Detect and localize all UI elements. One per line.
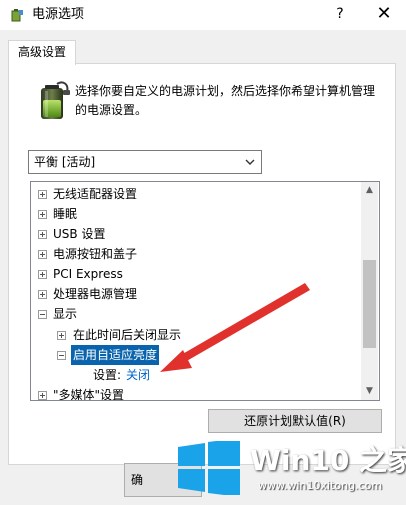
plan-description: 选择你要自定义的电源计划，然后选择你希望计算机管理的电源设置。	[75, 84, 376, 117]
tree-item-pci-express[interactable]: PCI Express	[31, 264, 361, 284]
tree-item-label: USB 设置	[53, 227, 106, 241]
tree-item-label: 在此时间后关闭显示	[73, 328, 182, 342]
expand-icon[interactable]	[38, 290, 47, 299]
setting-label: 设置:	[93, 368, 122, 382]
scrollbar-thumb[interactable]	[363, 260, 376, 348]
tree-item-label: 显示	[53, 307, 78, 321]
expand-icon[interactable]	[38, 270, 47, 279]
windows-logo-icon	[178, 441, 240, 495]
expand-icon[interactable]	[38, 190, 47, 199]
expand-icon[interactable]	[57, 331, 66, 340]
tree-item-label: 电源按钮和盖子	[53, 247, 138, 261]
watermark-url: www.win10xitong.com	[258, 479, 383, 492]
tree-item-label: PCI Express	[53, 267, 123, 281]
expand-icon[interactable]	[38, 230, 47, 239]
scroll-up-icon[interactable]: ▲	[361, 182, 378, 199]
help-button[interactable]: ?	[330, 4, 350, 24]
watermark-brand: Win10 之家	[250, 444, 406, 477]
window-title: 电源选项	[32, 7, 85, 22]
expand-icon[interactable]	[38, 210, 47, 219]
expand-icon[interactable]	[38, 391, 47, 400]
setting-value-link[interactable]: 关闭	[126, 365, 150, 385]
tree-item-wireless-adapter[interactable]: 无线适配器设置	[31, 184, 361, 204]
power-options-icon	[11, 9, 23, 22]
tree-item-label: "多媒体"设置	[53, 388, 125, 401]
tree-item-sleep[interactable]: 睡眠	[31, 204, 361, 224]
tree-item-label: 无线适配器设置	[53, 187, 138, 201]
tree-item-label: 处理器电源管理	[53, 287, 138, 301]
tree-item-label: 启用自适应亮度	[71, 345, 160, 365]
collapse-icon[interactable]	[57, 351, 66, 360]
restore-defaults-button[interactable]: 还原计划默认值(R)	[208, 409, 382, 433]
power-plan-dropdown[interactable]: 平衡 [活动]	[28, 150, 262, 174]
tree-item-label: 睡眠	[53, 207, 78, 221]
collapse-icon[interactable]	[38, 310, 47, 319]
tree-item-multimedia[interactable]: "多媒体"设置	[31, 385, 361, 401]
title-bar: 电源选项 ? ✕	[0, 0, 406, 30]
adaptive-brightness-setting: 设置: 关闭	[31, 365, 361, 385]
tree-item-turn-off-display[interactable]: 在此时间后关闭显示	[31, 325, 361, 345]
tree-item-processor[interactable]: 处理器电源管理	[31, 284, 361, 304]
selected-plan: 平衡 [活动]	[34, 155, 96, 169]
tree-item-display[interactable]: 显示	[31, 304, 361, 324]
tree-item-usb[interactable]: USB 设置	[31, 224, 361, 244]
tree-item-power-buttons[interactable]: 电源按钮和盖子	[31, 244, 361, 264]
settings-tree[interactable]: 无线适配器设置 睡眠 USB 设置 电源按钮和盖子 PCI Express 处理…	[30, 181, 380, 401]
scroll-down-icon[interactable]: ▼	[361, 383, 378, 400]
tree-scrollbar[interactable]: ▲ ▼	[361, 182, 378, 400]
expand-icon[interactable]	[38, 250, 47, 259]
tree-item-adaptive-brightness[interactable]: 启用自适应亮度	[31, 345, 361, 365]
battery-plan-icon	[41, 81, 70, 119]
watermark: Win10 之家 www.win10xitong.com	[170, 433, 406, 505]
close-button[interactable]: ✕	[372, 3, 396, 25]
chevron-down-icon	[245, 159, 255, 165]
tab-advanced-settings[interactable]: 高级设置	[8, 40, 76, 65]
